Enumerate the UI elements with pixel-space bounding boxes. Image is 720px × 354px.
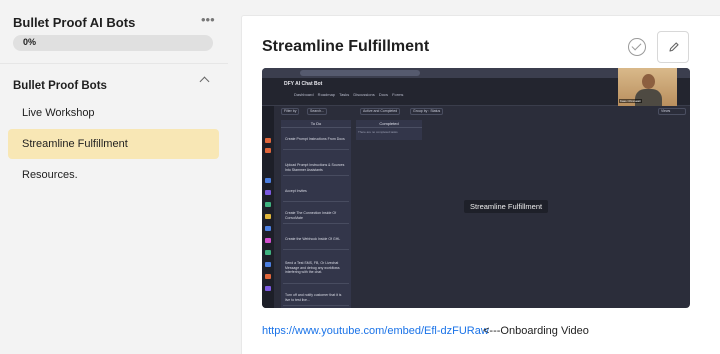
video-presenter-name: Kass Chinnaiah — [619, 99, 643, 103]
video-caption: Streamline Fulfillment — [464, 200, 549, 213]
video-completed-column: Completed There are no completed tasks — [356, 120, 422, 140]
video-task-card: Send a Test SMS, FB, Or Livechat Message… — [283, 254, 349, 284]
check-circle-icon[interactable] — [628, 38, 646, 56]
progress-bar: 0% — [13, 35, 213, 51]
sidebar-divider — [0, 63, 228, 64]
pencil-icon — [669, 42, 679, 52]
video-app-tabs: Dashboard Roadmap Tasks Discussions Docs… — [294, 92, 404, 97]
video-completed-header: Completed — [356, 120, 422, 128]
video-player[interactable]: DFY AI Chat Bot Dashboard Roadmap Tasks … — [262, 68, 690, 308]
video-completed-empty: There are no completed tasks — [358, 130, 398, 134]
lesson-panel: Streamline Fulfillment DFY AI Chat Bot D… — [241, 15, 720, 354]
edit-button[interactable] — [657, 31, 689, 63]
video-left-rail — [262, 78, 274, 308]
video-task-card: Upload Prompt Instructions & Sources Int… — [283, 156, 349, 176]
course-title: Bullet Proof AI Bots — [13, 15, 136, 30]
video-views-chip: Views — [658, 108, 686, 115]
progress-label: 0% — [23, 37, 37, 47]
sidebar-item-live-workshop[interactable]: Live Workshop — [8, 98, 219, 128]
video-task-card: Create Prompt Instructions From Docs — [283, 130, 349, 150]
sidebar-item-resources[interactable]: Resources. — [8, 160, 219, 190]
video-link-note: <---Onboarding Video — [483, 325, 589, 337]
section-header[interactable]: Bullet Proof Bots — [13, 76, 213, 92]
course-sidebar: Bullet Proof AI Bots ••• 0% Bullet Proof… — [0, 0, 228, 354]
video-task-card: Create the Webhook Inside Of GHL — [283, 230, 349, 250]
sidebar-item-streamline-fulfillment[interactable]: Streamline Fulfillment — [8, 129, 219, 159]
video-task-card: Turn off and notify customer that it is … — [283, 286, 349, 306]
lesson-title: Streamline Fulfillment — [262, 38, 430, 55]
ellipsis-icon[interactable]: ••• — [201, 13, 215, 26]
video-filter-chip: Filter by — [281, 108, 300, 115]
video-link[interactable]: https://www.youtube.com/embed/Efl-dzFURa… — [262, 325, 489, 337]
section-title: Bullet Proof Bots — [13, 80, 107, 92]
video-search-chip: Search... — [307, 108, 328, 115]
video-task-card: Create The Connection Inside Of ConvoMat… — [283, 204, 349, 224]
video-todo-column: To Do Create Prompt Instructions From Do… — [281, 120, 351, 308]
video-toolbar: Filter by Search... Active and Completed… — [280, 108, 690, 116]
video-status-chip: Active and Completed — [360, 108, 401, 115]
video-task-card: Accept Invites — [283, 182, 349, 202]
video-todo-header: To Do — [281, 120, 351, 128]
video-url-bar — [300, 70, 420, 76]
video-webcam-overlay: Kass Chinnaiah — [618, 68, 677, 106]
video-app-title: DFY AI Chat Bot — [284, 81, 323, 87]
video-group-chip: Group by : Status — [410, 108, 444, 115]
chevron-up-icon[interactable] — [199, 76, 210, 87]
